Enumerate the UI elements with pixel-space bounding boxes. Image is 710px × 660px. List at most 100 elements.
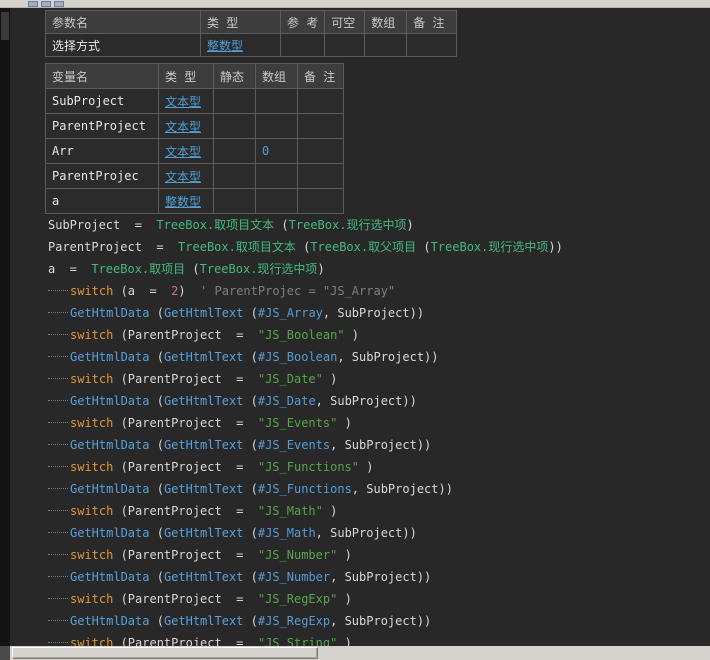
var-cell-name[interactable]: ParentProject xyxy=(45,113,159,139)
code-token: ) xyxy=(406,218,414,232)
code-line[interactable]: switch (ParentProject = "JS_Number" ) xyxy=(48,544,708,566)
indent-guide-icon xyxy=(48,334,68,335)
var-cell-type[interactable]: 整数型 xyxy=(158,188,214,214)
var-cell-static[interactable] xyxy=(213,163,256,189)
code-token: TreeBox.取项目文本 xyxy=(178,240,296,254)
var-cell-type[interactable]: 文本型 xyxy=(158,113,214,139)
code-token: "JS_String" xyxy=(257,636,338,646)
code-line[interactable]: GetHtmlData (GetHtmlText (#JS_Array, Sub… xyxy=(48,302,708,324)
code-editor[interactable]: 参数名 类 型 参 考 可空 数组 备 注 选择方式 整数型 变量名 类 型 静… xyxy=(10,8,710,646)
param-cell-nullable[interactable] xyxy=(324,33,366,57)
var-cell-remark[interactable] xyxy=(297,138,344,164)
code-token: ) xyxy=(337,592,352,606)
code-line[interactable]: ParentProject = TreeBox.取项目文本 (TreeBox.取… xyxy=(48,236,708,258)
code-token: GetHtmlText xyxy=(163,394,244,408)
var-cell-remark[interactable] xyxy=(297,188,344,214)
horizontal-scrollbar-thumb[interactable] xyxy=(12,647,318,659)
code-line[interactable]: switch (a = 2) ' ParentProjec = "JS_Arra… xyxy=(48,280,708,302)
code-token: #JS_Boolean xyxy=(257,350,338,364)
code-token: ( xyxy=(149,614,164,628)
var-cell-array[interactable]: 0 xyxy=(255,138,298,164)
code-line[interactable]: GetHtmlData (GetHtmlText (#JS_Events, Su… xyxy=(48,434,708,456)
var-row: SubProject 文本型 xyxy=(45,88,344,114)
mini-toolbar-icon[interactable] xyxy=(41,1,51,7)
var-cell-static[interactable] xyxy=(213,138,256,164)
var-cell-array[interactable] xyxy=(255,88,298,114)
code-line[interactable]: switch (ParentProject = "JS_Events" ) xyxy=(48,412,708,434)
code-line[interactable]: GetHtmlData (GetHtmlText (#JS_Number, Su… xyxy=(48,566,708,588)
var-cell-type[interactable]: 文本型 xyxy=(158,88,214,114)
indent-guide-icon xyxy=(48,312,68,313)
var-header-remark: 备 注 xyxy=(297,63,344,89)
var-row: Arr 文本型 0 xyxy=(45,138,344,164)
code-line[interactable]: switch (ParentProject = "JS_String" ) xyxy=(48,632,708,646)
vertical-scrollbar[interactable] xyxy=(0,8,10,646)
var-cell-type[interactable]: 文本型 xyxy=(158,163,214,189)
code-token: ( xyxy=(149,570,164,584)
param-cell-name[interactable]: 选择方式 xyxy=(45,33,201,57)
code-token: (ParentProject = xyxy=(113,372,258,386)
code-token: ) xyxy=(322,504,338,518)
code-token: (a = xyxy=(113,284,172,298)
code-token: GetHtmlData xyxy=(70,614,150,628)
code-line[interactable]: switch (ParentProject = "JS_Functions" ) xyxy=(48,456,708,478)
param-cell-type[interactable]: 整数型 xyxy=(200,33,281,57)
code-token: "JS_Number" xyxy=(257,548,338,562)
code-token: "JS_Functions" xyxy=(257,460,360,474)
code-line[interactable]: switch (ParentProject = "JS_Boolean" ) xyxy=(48,324,708,346)
param-header-nullable: 可空 xyxy=(324,10,366,34)
code-line[interactable]: GetHtmlData (GetHtmlText (#JS_RegExp, Su… xyxy=(48,610,708,632)
code-line[interactable]: GetHtmlData (GetHtmlText (#JS_Math, SubP… xyxy=(48,522,708,544)
var-cell-static[interactable] xyxy=(213,88,256,114)
var-cell-static[interactable] xyxy=(213,188,256,214)
mini-toolbar-icon[interactable] xyxy=(54,1,64,7)
code-token: (ParentProject = xyxy=(113,328,258,342)
code-line[interactable]: a = TreeBox.取项目 (TreeBox.现行选中项) xyxy=(48,258,708,280)
code-line[interactable]: SubProject = TreeBox.取项目文本 (TreeBox.现行选中… xyxy=(48,214,708,236)
vertical-scrollbar-thumb[interactable] xyxy=(1,12,9,40)
code-line[interactable]: GetHtmlData (GetHtmlText (#JS_Date, SubP… xyxy=(48,390,708,412)
indent-guide-icon xyxy=(48,642,68,643)
var-row: ParentProject 文本型 xyxy=(45,113,344,139)
code-line[interactable]: GetHtmlData (GetHtmlText (#JS_Functions,… xyxy=(48,478,708,500)
var-cell-name[interactable]: a xyxy=(45,188,159,214)
var-cell-remark[interactable] xyxy=(297,163,344,189)
mini-toolbar-icon[interactable] xyxy=(28,1,38,7)
code-token: TreeBox.现行选中项 xyxy=(199,262,318,276)
param-row: 选择方式 整数型 xyxy=(45,33,458,57)
var-cell-name[interactable]: Arr xyxy=(45,138,159,164)
code-line[interactable]: switch (ParentProject = "JS_RegExp" ) xyxy=(48,588,708,610)
var-cell-remark[interactable] xyxy=(297,113,344,139)
scrollbar-corner xyxy=(0,646,10,660)
code-token: , SubProject)) xyxy=(351,482,453,496)
code-token: switch xyxy=(70,636,114,646)
indent-guide-icon xyxy=(48,466,68,467)
code-line[interactable]: switch (ParentProject = "JS_Date" ) xyxy=(48,368,708,390)
code-area[interactable]: SubProject = TreeBox.取项目文本 (TreeBox.现行选中… xyxy=(48,214,708,646)
ide-window: 参数名 类 型 参 考 可空 数组 备 注 选择方式 整数型 变量名 类 型 静… xyxy=(0,0,710,660)
var-cell-array[interactable] xyxy=(255,188,298,214)
horizontal-scrollbar[interactable] xyxy=(0,646,710,660)
var-cell-name[interactable]: ParentProjec xyxy=(45,163,159,189)
code-line[interactable]: GetHtmlData (GetHtmlText (#JS_Boolean, S… xyxy=(48,346,708,368)
code-token: (ParentProject = xyxy=(113,416,258,430)
param-cell-ref[interactable] xyxy=(279,33,326,57)
var-cell-array[interactable] xyxy=(255,113,298,139)
param-cell-remark[interactable] xyxy=(406,33,458,57)
indent-guide-icon xyxy=(48,290,68,291)
var-cell-name[interactable]: SubProject xyxy=(45,88,159,114)
indent-guide-icon xyxy=(48,378,68,379)
var-cell-static[interactable] xyxy=(213,113,256,139)
var-header-row: 变量名 类 型 静态 数组 备 注 xyxy=(45,63,344,89)
code-token: ) xyxy=(359,460,374,474)
code-token: ' ParentProjec = "JS_Array" xyxy=(185,284,396,298)
indent-guide-icon xyxy=(48,422,68,423)
param-cell-array[interactable] xyxy=(364,33,408,57)
var-cell-remark[interactable] xyxy=(297,88,344,114)
var-header-name: 变量名 xyxy=(45,63,159,89)
var-cell-array[interactable] xyxy=(255,163,298,189)
var-cell-type[interactable]: 文本型 xyxy=(158,138,214,164)
code-token: switch xyxy=(70,592,114,606)
code-line[interactable]: switch (ParentProject = "JS_Math" ) xyxy=(48,500,708,522)
code-token: ( xyxy=(243,306,258,320)
